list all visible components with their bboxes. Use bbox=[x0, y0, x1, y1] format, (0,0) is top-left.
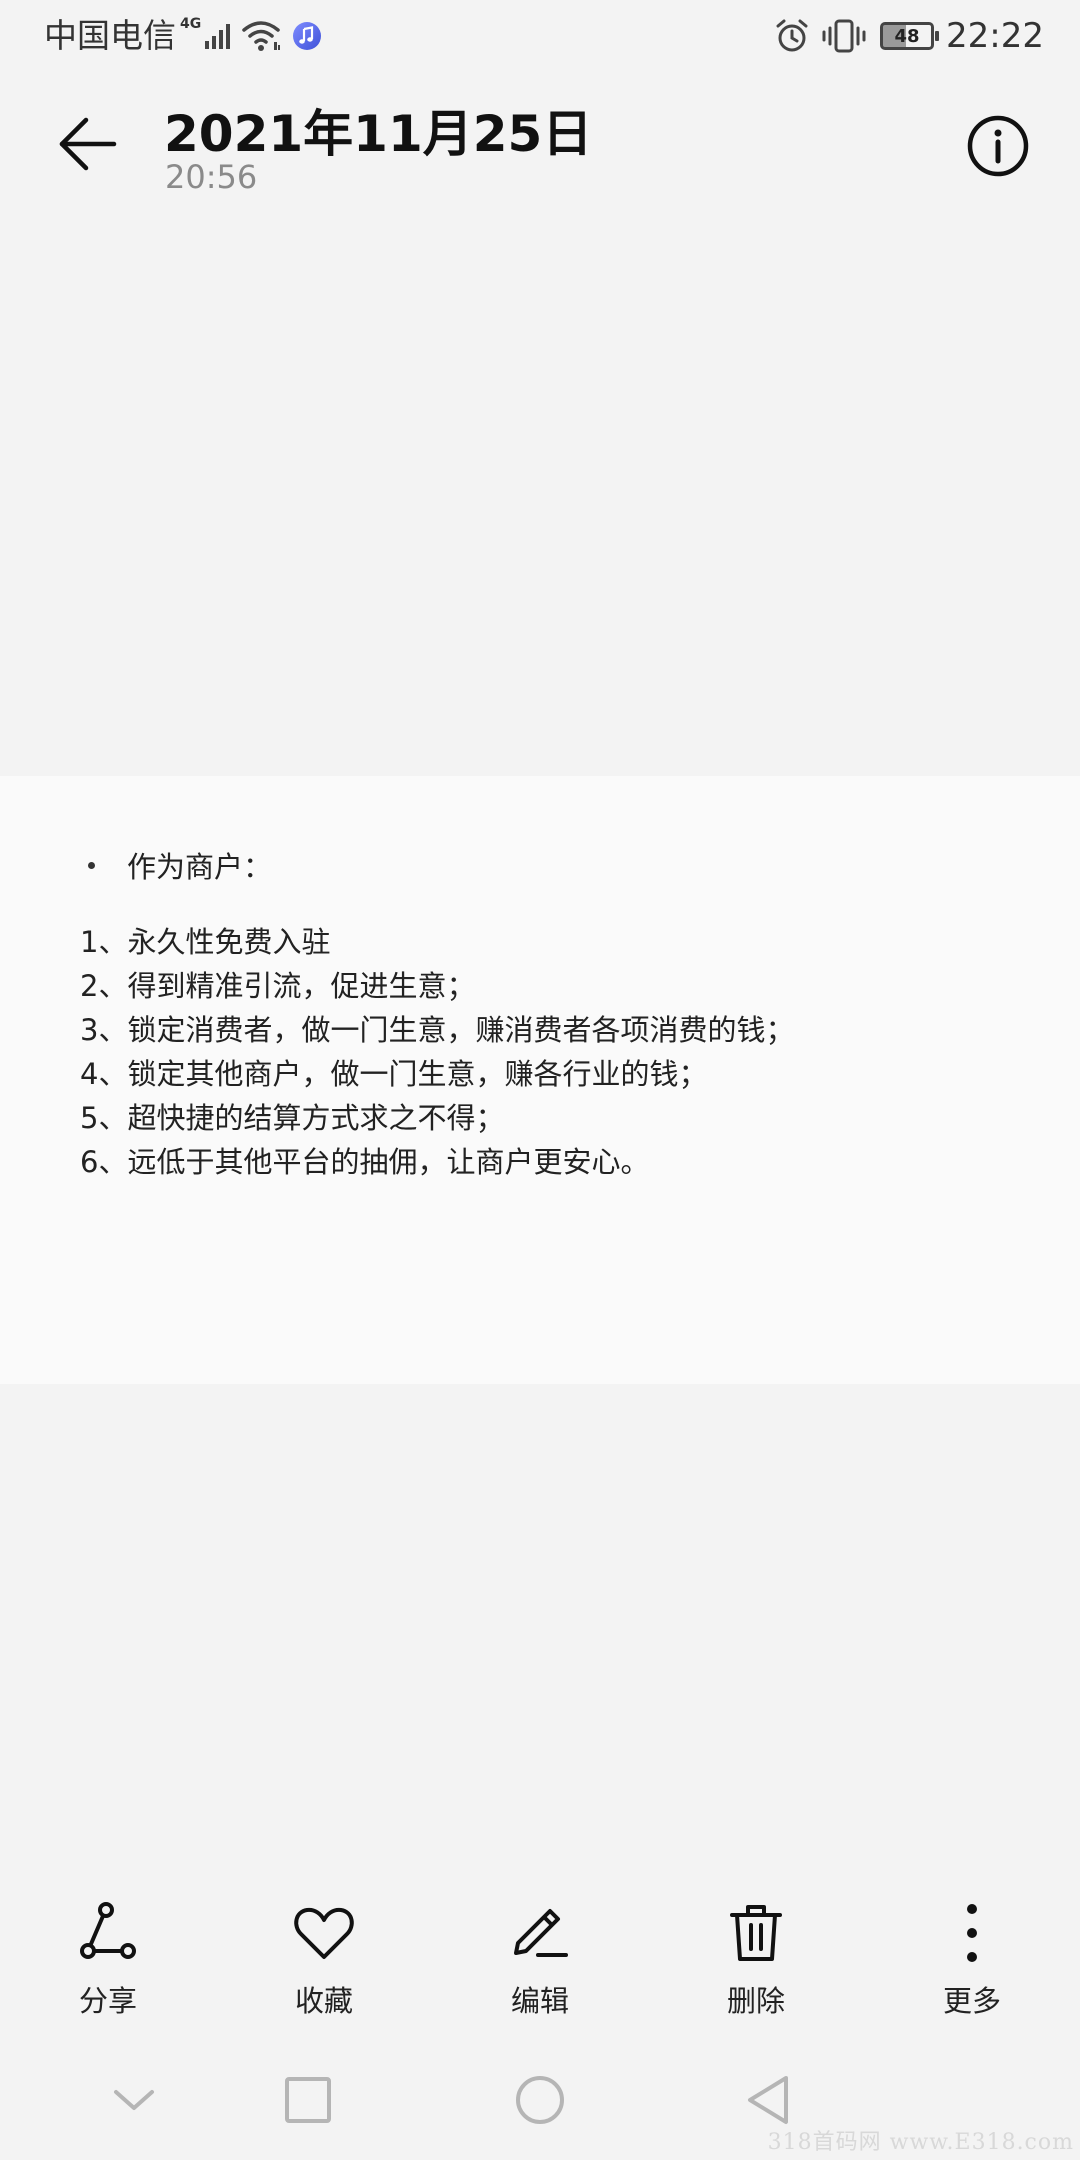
share-button[interactable]: 分享 bbox=[38, 1898, 178, 2028]
signal-icon bbox=[203, 21, 233, 51]
collapse-nav-button[interactable] bbox=[94, 2060, 174, 2140]
watermark: 318首码网 www.E318.com bbox=[767, 2130, 1074, 2155]
info-button[interactable] bbox=[962, 110, 1034, 182]
vibrate-icon bbox=[822, 18, 866, 54]
info-icon bbox=[966, 114, 1030, 178]
list-item: 1、永久性免费入驻 bbox=[80, 925, 331, 959]
more-button[interactable]: 更多 bbox=[902, 1898, 1042, 2028]
favorite-label: 收藏 bbox=[294, 1984, 353, 2018]
delete-button[interactable]: 删除 bbox=[686, 1898, 826, 2028]
recents-square-icon bbox=[284, 2076, 332, 2124]
note-heading: 作为商户： bbox=[80, 844, 272, 886]
favorite-button[interactable]: 收藏 bbox=[254, 1898, 394, 2028]
home-circle-icon bbox=[514, 2074, 566, 2126]
status-left: 中国电信 4G bbox=[44, 14, 323, 58]
bullet-point bbox=[88, 861, 95, 869]
list-item: 5、超快捷的结算方式求之不得； bbox=[80, 1101, 505, 1135]
trash-icon bbox=[721, 1898, 791, 1968]
wifi-icon bbox=[241, 20, 281, 52]
alarm-icon bbox=[774, 18, 810, 54]
carrier-name: 中国电信 bbox=[44, 16, 176, 55]
music-icon bbox=[291, 20, 323, 52]
note-title: 2021年11月25日 bbox=[164, 105, 593, 163]
edit-button[interactable]: 编辑 bbox=[470, 1898, 610, 2028]
back-button[interactable] bbox=[48, 104, 128, 184]
pencil-icon bbox=[505, 1898, 575, 1968]
heart-icon bbox=[289, 1898, 359, 1968]
list-item: 6、远低于其他平台的抽佣，让商户更安心。 bbox=[80, 1145, 650, 1179]
network-type: 4G bbox=[180, 16, 202, 32]
note-header: 2021年11月25日 20:56 bbox=[0, 80, 1080, 210]
status-right: 48 22:22 bbox=[774, 14, 1044, 58]
list-item: 4、锁定其他商户，做一门生意，赚各行业的钱； bbox=[80, 1057, 708, 1091]
back-triangle-icon bbox=[744, 2074, 792, 2126]
share-icon bbox=[73, 1898, 143, 1968]
list-item: 2、得到精准引流，促进生意； bbox=[80, 969, 476, 1003]
more-vertical-icon bbox=[937, 1898, 1007, 1968]
edit-label: 编辑 bbox=[510, 1984, 569, 2018]
note-heading-text: 作为商户： bbox=[127, 850, 273, 884]
status-bar: 中国电信 4G 48 22:22 bbox=[0, 0, 1080, 72]
bottom-toolbar: 分享 收藏 编辑 删除 更多 bbox=[0, 1898, 1080, 2028]
back-arrow-icon bbox=[56, 112, 120, 176]
battery-icon: 48 bbox=[880, 22, 940, 50]
share-label: 分享 bbox=[78, 1984, 137, 2018]
more-label: 更多 bbox=[942, 1984, 1001, 2018]
collapse-chevron-icon bbox=[112, 2086, 156, 2114]
status-time: 22:22 bbox=[946, 16, 1044, 56]
battery-level: 48 bbox=[894, 25, 920, 47]
note-body[interactable]: 作为商户： 1、永久性免费入驻 2、得到精准引流，促进生意； 3、锁定消费者，做… bbox=[0, 776, 1080, 1384]
home-button[interactable] bbox=[500, 2060, 580, 2140]
recents-button[interactable] bbox=[268, 2060, 348, 2140]
list-item: 3、锁定消费者，做一门生意，赚消费者各项消费的钱； bbox=[80, 1013, 795, 1047]
note-list: 1、永久性免费入驻 2、得到精准引流，促进生意； 3、锁定消费者，做一门生意，赚… bbox=[80, 920, 794, 1184]
delete-label: 删除 bbox=[726, 1984, 785, 2018]
note-time: 20:56 bbox=[165, 158, 258, 196]
